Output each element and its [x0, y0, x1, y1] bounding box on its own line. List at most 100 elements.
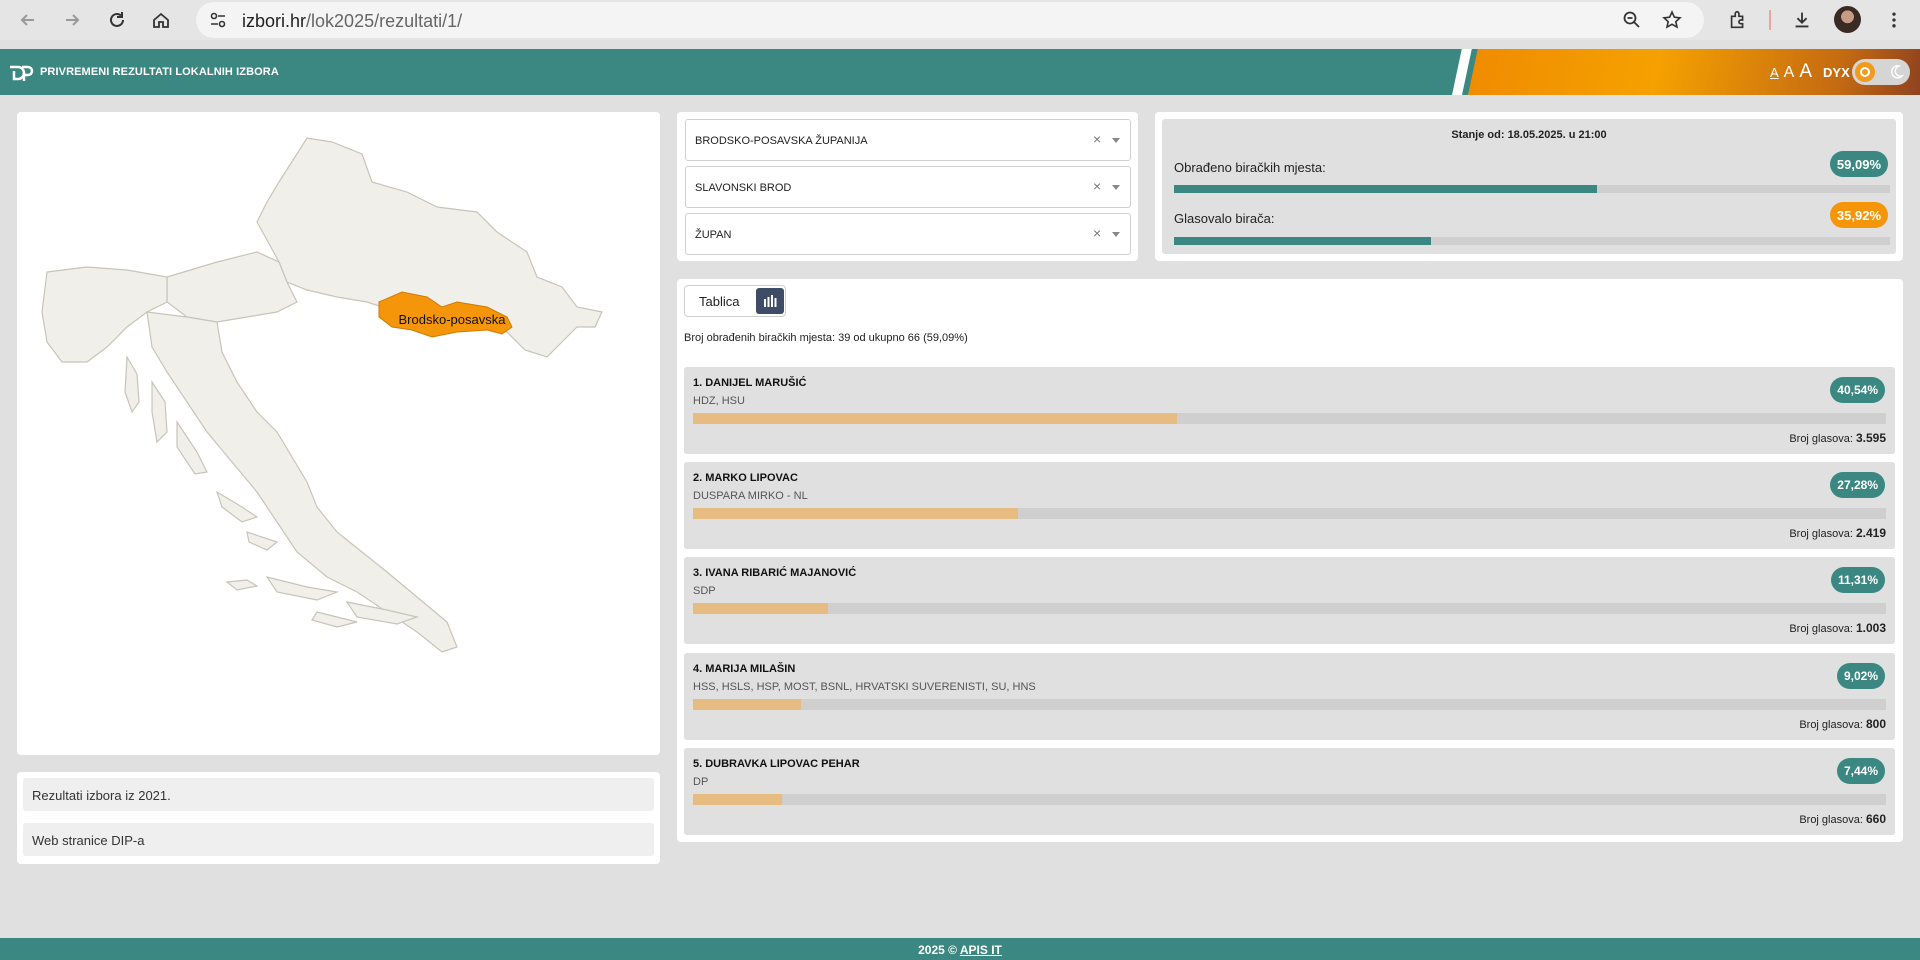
separator [1769, 10, 1771, 30]
site-settings-icon[interactable] [208, 10, 228, 30]
status-panel: Stanje od: 18.05.2025. u 21:00 Obrađeno … [1155, 112, 1903, 261]
turnout-badge: 35,92% [1829, 202, 1888, 228]
bookmark-star-icon[interactable] [1662, 10, 1682, 30]
croatia-map[interactable]: Brodsko-posavska [17, 112, 660, 755]
candidate-percent-badge: 40,54% [1830, 377, 1885, 403]
tab-chart[interactable] [756, 288, 784, 314]
turnout-bar-fill [1174, 237, 1432, 245]
city-select[interactable]: SLAVONSKI BROD × [685, 166, 1131, 208]
turnout-bar [1174, 237, 1890, 245]
candidate-percent-badge: 7,44% [1836, 758, 1885, 784]
zoom-icon[interactable] [1622, 10, 1642, 30]
candidate-bar-fill [693, 413, 1177, 424]
candidate-bar [693, 603, 1886, 614]
candidate-votes: Broj glasova: 3.595 [1789, 431, 1886, 445]
candidate-bar-fill [693, 603, 828, 614]
candidate-name: 2. MARKO LIPOVAC [693, 472, 798, 484]
results-panel: Tablica Broj obrađenih biračkih mjesta: … [677, 279, 1903, 842]
election-type-select-value: ŽUPAN [695, 229, 732, 241]
candidate-bar-fill [693, 699, 801, 710]
county-select[interactable]: BRODSKO-POSAVSKA ŽUPANIJA × [685, 119, 1131, 161]
candidate-votes: Broj glasova: 800 [1799, 717, 1886, 731]
candidate-card: 5. DUBRAVKA LIPOVAC PEHAR DP 7,44% Broj gla… [684, 748, 1895, 835]
reload-icon[interactable] [103, 6, 131, 34]
candidate-name: 1. DANIJEL MARUŠIĆ [693, 377, 807, 389]
map-region[interactable] [166, 251, 298, 323]
candidate-party: HSS, HSLS, HSP, MOST, BSNL, HRVATSKI SUV… [693, 681, 1036, 693]
candidate-bar-fill [693, 794, 782, 805]
chevron-down-icon[interactable] [1112, 138, 1120, 143]
url-text: izbori.hr/lok2025/rezultati/1/ [242, 11, 463, 31]
address-bar[interactable]: izbori.hr/lok2025/rezultati/1/ [196, 2, 1704, 38]
home-icon[interactable] [147, 6, 175, 34]
profile-avatar[interactable] [1834, 6, 1861, 33]
dip-logo-icon[interactable] [8, 63, 34, 83]
map-region[interactable] [146, 311, 458, 653]
chevron-down-icon[interactable] [1112, 232, 1120, 237]
candidate-party: SDP [693, 585, 716, 597]
link-dip-website[interactable]: Web stranice DIP-a [23, 823, 654, 856]
clear-icon[interactable]: × [1093, 131, 1101, 147]
tab-table[interactable]: Tablica [699, 294, 739, 309]
footer: 2025 © APIS IT [0, 938, 1920, 960]
extensions-icon[interactable] [1726, 8, 1750, 32]
candidate-card: 3. IVANA RIBARIĆ MAJANOVIĆ SDP 11,31% Broj … [684, 557, 1895, 644]
forward-icon[interactable] [58, 6, 86, 34]
browser-toolbar: izbori.hr/lok2025/rezultati/1/ [0, 0, 1920, 40]
dyslexia-font-button[interactable]: DYX [1823, 65, 1850, 80]
font-small-button[interactable]: A [1770, 65, 1779, 80]
download-icon[interactable] [1790, 8, 1814, 32]
candidate-name: 5. DUBRAVKA LIPOVAC PEHAR [693, 758, 860, 770]
app-title: PRIVREMENI REZULTATI LOKALNIH IZBORA [40, 66, 279, 78]
back-icon[interactable] [14, 6, 42, 34]
filters-panel: BRODSKO-POSAVSKA ŽUPANIJA × SLAVONSKI BR… [677, 112, 1138, 261]
footer-apis-link[interactable]: APIS IT [960, 943, 1002, 957]
candidate-bar [693, 413, 1886, 424]
processed-badge: 59,09% [1829, 151, 1888, 177]
processed-bar [1174, 185, 1890, 193]
sun-icon [1855, 62, 1875, 82]
processed-stations-text: Broj obrađenih biračkih mjesta: 39 od uk… [684, 332, 968, 344]
link-results-2021[interactable]: Rezultati izbora iz 2021. [23, 778, 654, 811]
menu-dots-icon[interactable] [1882, 8, 1906, 32]
candidate-bar [693, 699, 1886, 710]
candidate-bar [693, 794, 1886, 805]
candidate-percent-badge: 9,02% [1836, 663, 1885, 689]
app-header: PRIVREMENI REZULTATI LOKALNIH IZBORA A A… [0, 49, 1920, 95]
links-panel: Rezultati izbora iz 2021. Web stranice D… [17, 772, 660, 864]
candidate-party: DUSPARA MIRKO - NL [693, 490, 808, 502]
election-type-select[interactable]: ŽUPAN × [685, 213, 1131, 255]
moon-icon [1891, 65, 1904, 79]
candidate-percent-badge: 27,28% [1830, 472, 1885, 498]
clear-icon[interactable]: × [1093, 178, 1101, 194]
candidate-name: 3. IVANA RIBARIĆ MAJANOVIĆ [693, 567, 857, 579]
candidate-card: 4. MARIJA MILAŠIN HSS, HSLS, HSP, MOST, B… [684, 653, 1895, 740]
chevron-down-icon[interactable] [1112, 185, 1120, 190]
candidate-votes: Broj glasova: 660 [1799, 812, 1886, 826]
candidate-bar [693, 508, 1886, 519]
candidate-votes: Broj glasova: 1.003 [1789, 621, 1886, 635]
footer-copyright: 2025 © [918, 943, 957, 957]
candidate-name: 4. MARIJA MILAŠIN [693, 663, 796, 675]
candidate-votes: Broj glasova: 2.419 [1789, 526, 1886, 540]
clear-icon[interactable]: × [1093, 225, 1101, 241]
theme-toggle[interactable] [1852, 59, 1910, 85]
map-region-label: Brodsko-posavska [399, 312, 507, 327]
county-select-value: BRODSKO-POSAVSKA ŽUPANIJA [695, 135, 868, 147]
candidate-party: HDZ, HSU [693, 395, 745, 407]
candidate-card: 2. MARKO LIPOVAC DUSPARA MIRKO - NL 27,28%… [684, 462, 1895, 549]
font-size-controls: A A A DYX [1770, 61, 1850, 83]
bar-chart-icon [764, 295, 777, 307]
turnout-label: Glasovalo birača: [1174, 211, 1275, 226]
processed-label: Obrađeno biračkih mjesta: [1174, 160, 1326, 175]
font-medium-button[interactable]: A [1784, 64, 1795, 82]
candidate-party: DP [693, 776, 709, 788]
candidate-bar-fill [693, 508, 1019, 519]
status-timestamp: Stanje od: 18.05.2025. u 21:00 [1451, 129, 1607, 141]
font-large-button[interactable]: A [1799, 61, 1812, 83]
map-panel: Brodsko-posavska [17, 112, 660, 755]
view-tabs: Tablica [684, 285, 786, 317]
processed-bar-fill [1174, 185, 1598, 193]
candidate-percent-badge: 11,31% [1830, 567, 1885, 593]
candidate-card: 1. DANIJEL MARUŠIĆ HDZ, HSU 40,54% Broj gla… [684, 367, 1895, 454]
